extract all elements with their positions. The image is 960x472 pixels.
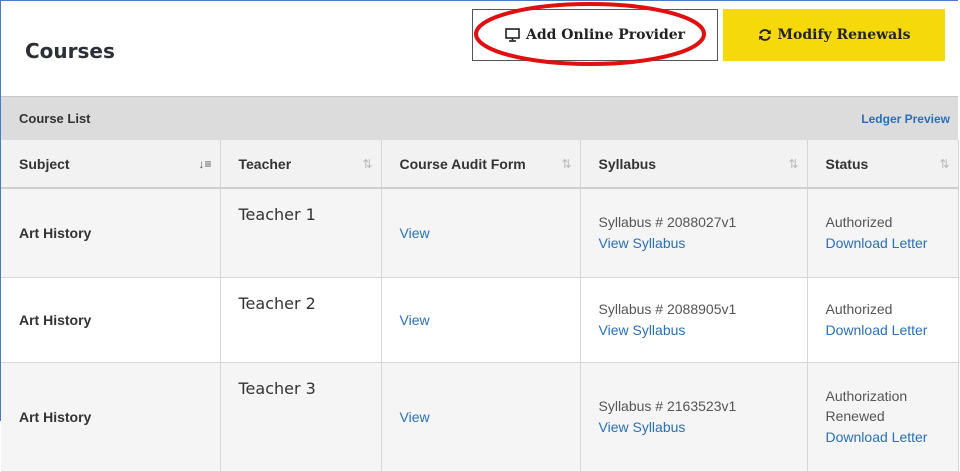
view-syllabus-link[interactable]: View Syllabus: [599, 319, 797, 341]
column-header-syllabus[interactable]: Syllabus ⇅: [580, 140, 808, 189]
view-audit-form-link[interactable]: View: [400, 225, 430, 241]
refresh-icon: [758, 29, 771, 41]
subject-cell: Art History: [1, 277, 221, 363]
syllabus-cell: Syllabus # 2088905v1 View Syllabus: [580, 277, 808, 363]
syllabus-cell: Syllabus # 2163523v1 View Syllabus: [580, 362, 808, 472]
status-text: Authorized: [825, 301, 893, 317]
modify-renewals-label: Modify Renewals: [777, 27, 911, 43]
teacher-cell: Teacher 1: [220, 188, 382, 278]
syllabus-number: Syllabus # 2088905v1: [598, 301, 737, 317]
view-audit-form-link[interactable]: View: [400, 409, 430, 425]
course-list-title: Course List: [19, 111, 91, 126]
download-letter-link[interactable]: Download Letter: [826, 426, 948, 448]
table-header-row: Subject ↓≡ Teacher ⇅ Course Audit Form ⇅…: [1, 140, 959, 189]
audit-cell: View: [381, 188, 581, 278]
column-header-teacher[interactable]: Teacher ⇅: [220, 140, 382, 189]
column-header-subject[interactable]: Subject ↓≡: [1, 140, 221, 189]
sort-icon[interactable]: ⇅: [788, 157, 798, 171]
download-letter-link[interactable]: Download Letter: [826, 319, 948, 341]
audit-cell: View: [381, 277, 581, 363]
status-cell: Authorized Download Letter: [807, 277, 959, 363]
view-syllabus-link[interactable]: View Syllabus: [599, 232, 797, 254]
view-syllabus-link[interactable]: View Syllabus: [599, 416, 797, 438]
subject-cell: Art History: [1, 188, 221, 278]
table-row: Art History Teacher 3 View Syllabus # 21…: [1, 362, 959, 472]
ledger-preview-link[interactable]: Ledger Preview: [861, 112, 950, 126]
add-online-provider-button[interactable]: Add Online Provider: [472, 9, 718, 61]
column-header-status[interactable]: Status ⇅: [807, 140, 959, 189]
syllabus-number: Syllabus # 2088027v1: [598, 214, 737, 230]
table-row: Art History Teacher 2 View Syllabus # 20…: [1, 277, 959, 363]
download-letter-link[interactable]: Download Letter: [826, 232, 948, 254]
column-header-course-audit-form[interactable]: Course Audit Form ⇅: [381, 140, 581, 189]
sort-icon[interactable]: ⇅: [362, 157, 372, 171]
status-text-line2: Renewed: [825, 408, 885, 424]
status-cell: Authorization Renewed Download Letter: [807, 362, 959, 472]
status-text: Authorization: [825, 388, 908, 404]
course-list-bar: Course List Ledger Preview: [1, 96, 958, 141]
monitor-icon: [505, 28, 520, 42]
sort-icon[interactable]: ⇅: [561, 157, 571, 171]
view-audit-form-link[interactable]: View: [400, 312, 430, 328]
status-cell: Authorized Download Letter: [807, 188, 959, 278]
add-online-provider-label: Add Online Provider: [525, 27, 686, 43]
sort-icon[interactable]: ↓≡: [198, 157, 211, 171]
table-row: Art History Teacher 1 View Syllabus # 20…: [1, 188, 959, 278]
status-text: Authorized: [825, 214, 893, 230]
syllabus-cell: Syllabus # 2088027v1 View Syllabus: [580, 188, 808, 278]
modify-renewals-button[interactable]: Modify Renewals: [723, 9, 945, 61]
teacher-cell: Teacher 3: [220, 362, 382, 472]
audit-cell: View: [381, 362, 581, 472]
sort-icon[interactable]: ⇅: [939, 157, 949, 171]
courses-table: Subject ↓≡ Teacher ⇅ Course Audit Form ⇅…: [1, 140, 959, 472]
page-title: Courses: [25, 39, 115, 63]
syllabus-number: Syllabus # 2163523v1: [598, 398, 737, 414]
subject-cell: Art History: [1, 362, 221, 472]
teacher-cell: Teacher 2: [220, 277, 382, 363]
